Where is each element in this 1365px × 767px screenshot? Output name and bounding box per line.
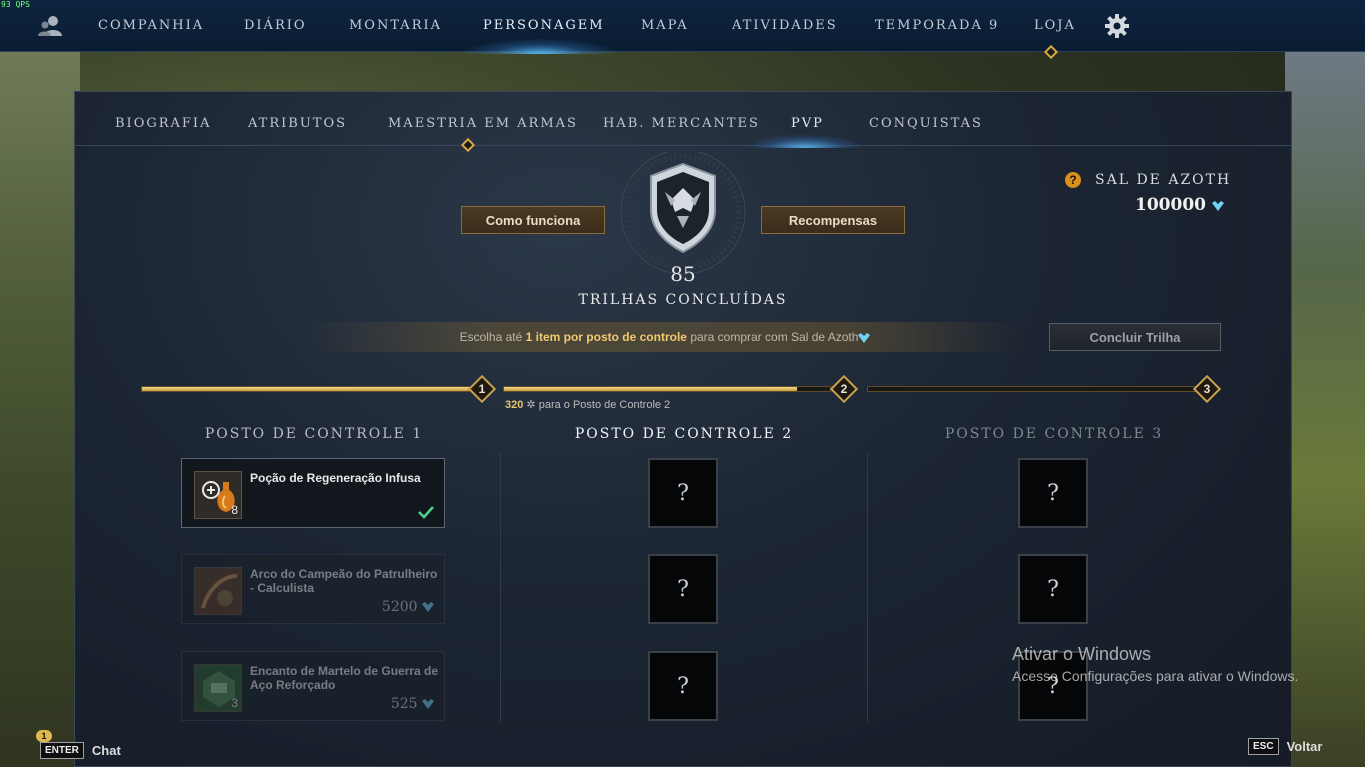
how-it-works-button[interactable]: Como funciona: [461, 206, 605, 234]
mystery-reward[interactable]: ?: [648, 458, 718, 528]
nav-diario[interactable]: DIÁRIO: [244, 18, 307, 33]
nav-loja[interactable]: LOJA: [1034, 18, 1076, 33]
top-navigation: COMPANHIA DIÁRIO MONTARIA PERSONAGEM MAP…: [0, 0, 1365, 60]
azoth-gem-icon: [1211, 200, 1224, 211]
reward-item-bow[interactable]: Arco do Campeão do Patrulheiro - Calculi…: [181, 554, 445, 624]
tab-biografia[interactable]: BIOGRAFIA: [115, 116, 211, 131]
loja-notification-marker: [1043, 44, 1059, 60]
rank-number: 85: [670, 262, 696, 286]
progress-value: 320: [505, 399, 524, 411]
fps-counter: 93 QPS: [1, 0, 30, 9]
progress-star-icon: ✲: [526, 399, 536, 411]
track-segment-3: [867, 386, 1197, 392]
item-quantity: 3: [231, 696, 238, 710]
reward-item-charm[interactable]: 3 Encanto de Martelo de Guerra de Aço Re…: [181, 651, 445, 721]
nav-companhia[interactable]: COMPANHIA: [98, 18, 204, 33]
active-tab-glow: [460, 38, 620, 54]
azoth-balance: 100000: [1135, 195, 1224, 215]
activation-title: Ativar o Windows: [1012, 644, 1152, 664]
nav-personagem[interactable]: PERSONAGEM: [483, 18, 605, 33]
mystery-reward[interactable]: ?: [648, 651, 718, 721]
item-price-value: 5200: [381, 599, 418, 615]
esc-key-hint: ESC: [1248, 738, 1279, 755]
bow-icon: [195, 568, 241, 614]
nav-atividades[interactable]: ATIVIDADES: [732, 18, 838, 33]
mystery-reward[interactable]: ?: [1018, 458, 1088, 528]
column-divider-2: [867, 452, 868, 722]
character-subnav: BIOGRAFIA ATRIBUTOS MAESTRIA EM ARMAS HA…: [75, 92, 1291, 153]
nav-mapa[interactable]: MAPA: [641, 18, 689, 33]
azoth-gem-icon: [422, 699, 434, 709]
progress-text: para o Posto de Controle 2: [538, 399, 671, 411]
item-price-value: 525: [390, 696, 418, 712]
info-banner: Escolha até 1 item por posto de controle…: [305, 322, 1025, 352]
item-quantity: 8: [231, 503, 238, 517]
check-icon: [418, 506, 434, 519]
item-name: Encanto de Martelo de Guerra de Aço Refo…: [250, 664, 439, 692]
chat-button[interactable]: 1 ENTER Chat: [36, 730, 121, 764]
item-icon-frame: [194, 567, 242, 615]
tab-pvp[interactable]: PVP: [791, 116, 824, 131]
checkpoint-2-header: POSTO DE CONTROLE 2: [574, 426, 794, 442]
azoth-value: 100000: [1135, 195, 1206, 215]
reward-item-potion[interactable]: 8 Poção de Regeneração Infusa: [181, 458, 445, 528]
item-icon-frame: 3: [194, 664, 242, 712]
info-prefix: Escolha até: [459, 330, 526, 344]
tab-atributos[interactable]: ATRIBUTOS: [248, 116, 347, 131]
back-button[interactable]: ESC Voltar: [1248, 738, 1322, 755]
back-label: Voltar: [1286, 739, 1323, 754]
nav-temporada[interactable]: TEMPORADA 9: [875, 18, 999, 33]
maestria-notification-marker: [460, 137, 476, 153]
checkpoint-3-number: 3: [1203, 382, 1211, 396]
info-suffix: para comprar com Sal de Azoth: [686, 330, 859, 344]
checkpoint-3-header: POSTO DE CONTROLE 3: [944, 426, 1164, 442]
rank-label: TRILHAS CONCLUÍDAS: [578, 292, 788, 308]
checkpoint-1-number: 1: [478, 382, 486, 396]
mystery-reward[interactable]: ?: [1018, 554, 1088, 624]
chat-label: Chat: [91, 742, 121, 758]
enter-key-hint: ENTER: [40, 741, 84, 759]
mystery-reward[interactable]: ?: [648, 554, 718, 624]
info-bold: 1 item por posto de controle: [525, 330, 687, 344]
tab-hab-mercantes[interactable]: HAB. MERCANTES: [603, 116, 760, 131]
track-fill-2: [504, 387, 798, 391]
tab-conquistas[interactable]: CONQUISTAS: [869, 116, 983, 131]
track-fill-1: [142, 387, 470, 391]
activation-subtitle: Acesse Configurações para ativar o Windo…: [1012, 668, 1299, 684]
track-segment-1: [141, 386, 471, 392]
progress-note: 320 ✲ para o Posto de Controle 2: [505, 398, 670, 411]
rewards-button[interactable]: Recompensas: [761, 206, 905, 234]
active-subtab-glow: [745, 134, 865, 148]
track-segment-2: [503, 386, 831, 392]
azoth-gem-icon: [858, 332, 871, 343]
item-price: 525: [391, 696, 434, 712]
item-price: 5200: [382, 599, 434, 615]
item-name: Poção de Regeneração Infusa: [250, 471, 421, 485]
azoth-label: SAL DE AZOTH: [1095, 172, 1232, 188]
checkpoint-2-number: 2: [840, 382, 848, 396]
item-icon-frame: 8: [194, 471, 242, 519]
conclude-track-button[interactable]: Concluir Trilha: [1049, 323, 1221, 351]
azoth-gem-icon: [422, 602, 434, 612]
item-name: Arco do Campeão do Patrulheiro - Calculi…: [250, 567, 438, 595]
social-icon[interactable]: [38, 14, 62, 38]
background-scenery-left: [0, 52, 80, 767]
tab-maestria[interactable]: MAESTRIA EM ARMAS: [388, 116, 578, 131]
gear-icon[interactable]: [1104, 13, 1130, 39]
chat-notification-badge: 1: [36, 730, 52, 742]
nav-montaria[interactable]: MONTARIA: [349, 18, 442, 33]
windows-activation-watermark: Ativar o Windows Acesse Configurações pa…: [1012, 644, 1298, 684]
column-divider-1: [500, 452, 501, 722]
checkpoint-1-header: POSTO DE CONTROLE 1: [204, 426, 424, 442]
azoth-help-icon[interactable]: ?: [1065, 172, 1081, 188]
